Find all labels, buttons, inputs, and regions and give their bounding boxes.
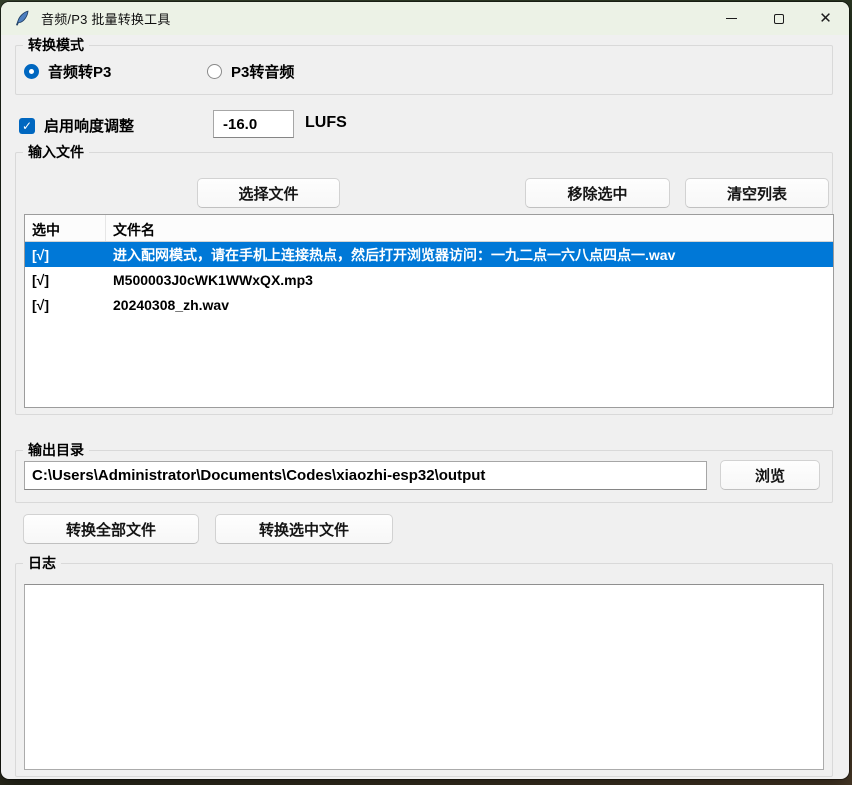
- clear-list-button[interactable]: 清空列表: [685, 178, 829, 208]
- radio-selected-icon: [24, 64, 39, 79]
- lufs-value-input[interactable]: [213, 110, 294, 138]
- output-directory-label: 输出目录: [23, 441, 89, 459]
- row-filename-cell: M500003J0cWK1WWxQX.mp3: [106, 272, 833, 288]
- browse-button[interactable]: 浏览: [720, 460, 820, 490]
- log-group: 日志: [15, 563, 833, 777]
- minimize-button[interactable]: [708, 2, 755, 35]
- conversion-mode-label: 转换模式: [23, 36, 89, 54]
- window-title: 音频/P3 批量转换工具: [41, 9, 171, 28]
- convert-all-button[interactable]: 转换全部文件: [23, 514, 199, 544]
- log-label: 日志: [23, 554, 61, 572]
- output-path-input[interactable]: [24, 461, 707, 490]
- close-button[interactable]: ✕: [802, 2, 849, 35]
- checkbox-checked-icon: ✓: [19, 118, 35, 134]
- loudness-checkbox-label: 启用响度调整: [44, 115, 134, 136]
- table-row[interactable]: [√] M500003J0cWK1WWxQX.mp3: [25, 267, 833, 292]
- log-textarea[interactable]: [24, 584, 824, 770]
- input-files-group: 输入文件 选择文件 移除选中 清空列表 选中 文件名 [√] 进入配网模式，请在…: [15, 152, 833, 415]
- file-table: 选中 文件名 [√] 进入配网模式，请在手机上连接热点，然后打开浏览器访问：一九…: [24, 214, 834, 408]
- row-filename-cell: 进入配网模式，请在手机上连接热点，然后打开浏览器访问：一九二点一六八点四点一.w…: [106, 245, 833, 265]
- conversion-mode-group: 转换模式 音频转P3 P3转音频: [15, 45, 833, 95]
- tk-feather-icon: [14, 10, 31, 27]
- radio-unselected-icon: [207, 64, 222, 79]
- remove-selected-button[interactable]: 移除选中: [525, 178, 670, 208]
- select-files-button[interactable]: 选择文件: [197, 178, 340, 208]
- output-directory-group: 输出目录 浏览: [15, 450, 833, 503]
- close-icon: ✕: [819, 11, 832, 26]
- table-row[interactable]: [√] 20240308_zh.wav: [25, 292, 833, 317]
- table-row[interactable]: [√] 进入配网模式，请在手机上连接热点，然后打开浏览器访问：一九二点一六八点四…: [25, 242, 833, 267]
- loudness-checkbox[interactable]: ✓ 启用响度调整: [19, 115, 134, 136]
- row-check-cell: [√]: [25, 297, 106, 313]
- row-check-cell: [√]: [25, 247, 106, 263]
- row-filename-cell: 20240308_zh.wav: [106, 297, 833, 313]
- lufs-unit-label: LUFS: [305, 114, 347, 132]
- maximize-button[interactable]: [755, 2, 802, 35]
- radio-p3-to-audio[interactable]: P3转音频: [207, 61, 294, 82]
- input-files-label: 输入文件: [23, 143, 89, 161]
- radio-audio-to-p3[interactable]: 音频转P3: [24, 61, 111, 82]
- titlebar: 音频/P3 批量转换工具 ✕: [1, 2, 849, 35]
- minimize-icon: [726, 18, 737, 20]
- file-table-header: 选中 文件名: [25, 215, 833, 242]
- row-check-cell: [√]: [25, 272, 106, 288]
- radio-audio-to-p3-label: 音频转P3: [48, 61, 111, 82]
- app-window: 音频/P3 批量转换工具 ✕ 转换模式 音频转P3 P3转音频 ✓ 启用响度调整…: [1, 2, 849, 779]
- column-header-filename[interactable]: 文件名: [106, 215, 833, 241]
- radio-p3-to-audio-label: P3转音频: [231, 61, 294, 82]
- maximize-icon: [774, 14, 784, 24]
- window-controls: ✕: [708, 2, 849, 35]
- convert-selected-button[interactable]: 转换选中文件: [215, 514, 393, 544]
- column-header-checked[interactable]: 选中: [25, 215, 106, 241]
